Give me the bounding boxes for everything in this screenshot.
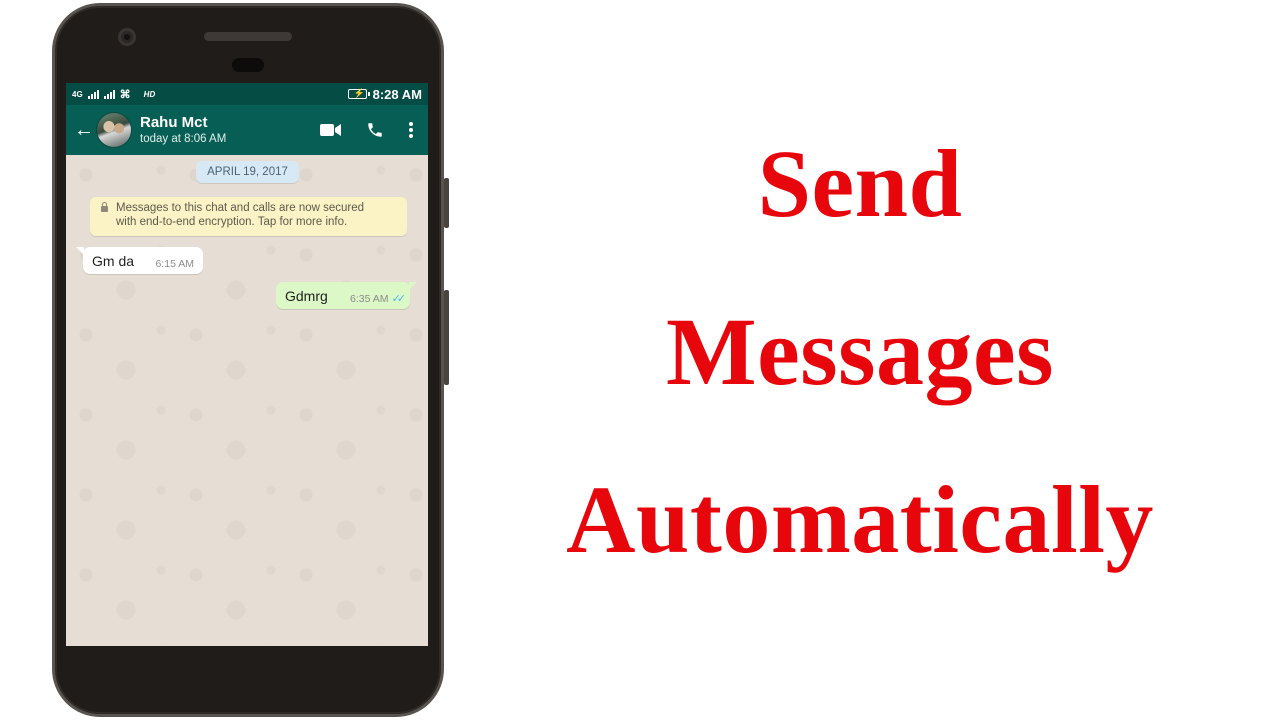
chat-area[interactable]: APRIL 19, 2017 Messages to this chat and… — [66, 155, 428, 646]
message-time: 6:35 AM — [350, 292, 389, 305]
signal-strength-2-icon — [103, 89, 115, 99]
date-chip: APRIL 19, 2017 — [196, 161, 299, 183]
message-text: Gm da — [92, 252, 135, 269]
clock: 8:28 AM — [372, 86, 422, 102]
front-camera — [118, 28, 136, 46]
phone-screen: 4G ⌘ HD ⚡ 8:28 AM ← Rahu Mct today at 8:… — [66, 83, 428, 646]
back-arrow-icon[interactable]: ← — [74, 119, 94, 142]
header-actions — [320, 121, 420, 139]
read-receipt-icon: ✓✓ — [391, 293, 407, 305]
phone-chin — [66, 646, 428, 704]
message-time: 6:15 AM — [155, 257, 194, 270]
status-left: 4G ⌘ HD — [72, 88, 155, 101]
phone-call-icon[interactable] — [366, 121, 384, 139]
usb-icon: ⌘ — [119, 88, 131, 101]
message-text: Gdmrg — [285, 287, 328, 304]
power-button — [444, 290, 449, 385]
encryption-notice[interactable]: Messages to this chat and calls are now … — [90, 197, 407, 236]
outgoing-message[interactable]: Gdmrg 6:35 AM ✓✓ — [276, 282, 417, 309]
headline: Send Messages Automatically — [500, 100, 1220, 604]
earpiece-speaker — [204, 32, 292, 41]
headline-line-3: Automatically — [566, 466, 1154, 573]
more-vert-icon[interactable] — [408, 121, 414, 139]
proximity-sensor — [232, 58, 264, 72]
encryption-notice-line1: Messages to this chat and calls are now … — [116, 202, 365, 214]
headline-line-2: Messages — [666, 298, 1054, 405]
volume-button — [444, 178, 449, 228]
contact-avatar[interactable] — [96, 112, 132, 148]
status-bar: 4G ⌘ HD ⚡ 8:28 AM — [66, 83, 428, 105]
network-type-label: 4G — [72, 89, 83, 99]
chat-header: ← Rahu Mct today at 8:06 AM — [66, 105, 428, 155]
contact-info[interactable]: Rahu Mct today at 8:06 AM — [140, 114, 226, 146]
signal-strength-icon — [87, 89, 99, 99]
headline-line-1: Send — [757, 130, 963, 237]
video-call-icon[interactable] — [320, 123, 342, 137]
battery-charging-icon: ⚡ — [347, 88, 370, 99]
incoming-message[interactable]: Gm da 6:15 AM — [76, 247, 203, 274]
status-right: ⚡ 8:28 AM — [347, 86, 422, 102]
contact-name: Rahu Mct — [140, 114, 208, 131]
encryption-notice-line2: with end-to-end encryption. Tap for more… — [116, 215, 348, 228]
last-seen-status: today at 8:06 AM — [140, 133, 227, 145]
lock-icon — [101, 202, 108, 212]
hd-label: HD — [143, 89, 156, 99]
